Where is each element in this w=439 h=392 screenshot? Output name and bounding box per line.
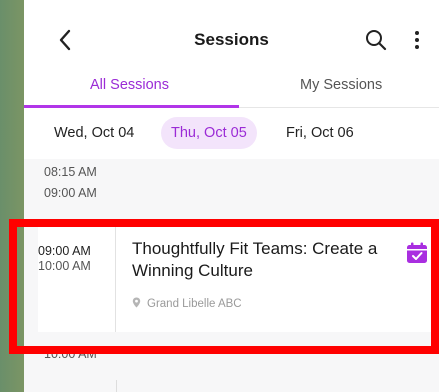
- time-slot-label: 08:15 AM: [44, 165, 97, 179]
- more-vertical-icon[interactable]: [412, 28, 422, 52]
- calendar-check-icon[interactable]: [406, 242, 428, 264]
- search-icon[interactable]: [364, 28, 388, 52]
- date-chip-wed-oct-04[interactable]: Wed, Oct 04: [44, 117, 144, 149]
- session-location: Grand Libelle ABC: [132, 297, 242, 310]
- session-timeline: 08:15 AM 09:00 AM 09:00 AM 10:00 AM Thou…: [24, 159, 439, 392]
- time-slot-label: 10:00 AM: [44, 347, 97, 361]
- date-chip-fri-oct-06[interactable]: Fri, Oct 06: [276, 117, 364, 149]
- session-times: 09:00 AM 10:00 AM: [38, 223, 116, 332]
- date-chip-thu-oct-05[interactable]: Thu, Oct 05: [161, 117, 257, 149]
- timeline-divider: [116, 380, 117, 392]
- date-selector: Wed, Oct 04 Thu, Oct 05 Fri, Oct 06: [24, 108, 439, 159]
- session-end-time: 10:00 AM: [38, 259, 91, 273]
- session-card[interactable]: 09:00 AM 10:00 AM Thoughtfully Fit Teams…: [38, 223, 439, 332]
- session-title: Thoughtfully Fit Teams: Create a Winning…: [132, 239, 378, 280]
- app-screen: Sessions All Sessions My Sessions Wed, O…: [24, 0, 439, 392]
- tab-all-sessions[interactable]: All Sessions: [90, 77, 169, 93]
- session-start-time: 09:00 AM: [38, 244, 91, 258]
- session-tabs: All Sessions My Sessions: [24, 72, 439, 108]
- top-bar: Sessions: [24, 0, 439, 72]
- location-pin-icon: [132, 297, 141, 308]
- session-location-text: Grand Libelle ABC: [147, 298, 242, 310]
- time-slot-label: 09:00 AM: [44, 186, 97, 200]
- tab-my-sessions[interactable]: My Sessions: [300, 77, 382, 93]
